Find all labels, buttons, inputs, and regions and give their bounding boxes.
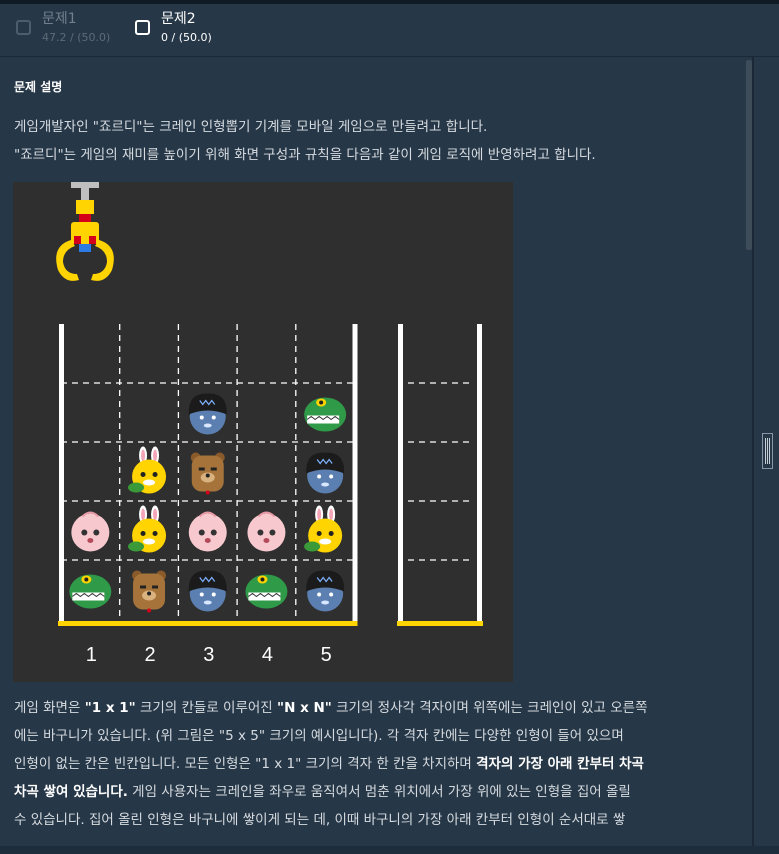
jordy-doll-icon [69, 574, 112, 609]
description-line: 수 있습니다. 집어 올린 인형은 바구니에 쌓이게 되는 데, 이때 바구니의… [14, 812, 626, 828]
grid-right-wall [352, 324, 358, 621]
tab-score: 47.2 / (50.0) [42, 31, 111, 44]
basket-left-wall [398, 324, 403, 621]
tab-problem-1[interactable]: 문제1 47.2 / (50.0) [16, 10, 110, 50]
grid-floor [58, 621, 358, 626]
column-number: 5 [321, 644, 332, 666]
description-line: 게임 화면은 "1 x 1" 크기의 칸들로 이루어진 "N x N" 크기의 … [14, 700, 648, 716]
description-line: 에는 바구니가 있습니다. (위 그림은 "5 x 5" 크기의 예시입니다).… [14, 728, 624, 744]
problem-description-panel: 문제 설명 게임개발자인 "죠르디"는 크레인 인형뽑기 기계를 모바일 게임으… [0, 57, 752, 854]
section-title: 문제 설명 [14, 80, 63, 94]
checkbox-icon[interactable] [135, 20, 150, 35]
description-line: 차곡 쌓여 있습니다. 게임 사용자는 크레인을 좌우로 움직여서 멈춘 위치에… [14, 784, 631, 800]
column-number: 4 [262, 644, 273, 666]
tab-score: 0 / (50.0) [161, 31, 212, 44]
neo-doll-icon [188, 393, 227, 435]
intro-line: "죠르디"는 게임의 재미를 높이기 위해 화면 구성과 규칙을 다음과 같이 … [14, 147, 596, 163]
jordy-doll-icon [304, 397, 347, 432]
frodo-doll-icon [190, 452, 225, 495]
crane-game-illustration: 1 2 3 4 5 [13, 182, 513, 682]
neo-doll-icon [306, 570, 345, 612]
grid-left-wall [59, 324, 64, 621]
neo-doll-icon [306, 452, 345, 494]
column-number: 3 [203, 644, 214, 666]
tab-title: 문제2 [161, 11, 196, 27]
jordy-doll-icon [245, 574, 288, 609]
frodo-doll-icon [132, 570, 167, 613]
bottom-border [0, 846, 779, 854]
panel-divider [752, 57, 754, 854]
column-number: 2 [144, 644, 155, 666]
tab-title: 문제1 [42, 11, 77, 27]
checkbox-icon[interactable] [16, 20, 31, 35]
intro-line: 게임개발자인 "죠르디"는 크레인 인형뽑기 기계를 모바일 게임으로 만들려고… [14, 119, 488, 135]
column-number: 1 [86, 644, 97, 666]
tab-problem-2[interactable]: 문제2 0 / (50.0) [135, 10, 212, 50]
basket-floor [397, 621, 483, 626]
basket-right-wall [477, 324, 482, 621]
problem-tab-bar: 문제1 47.2 / (50.0) 문제2 0 / (50.0) [0, 4, 779, 57]
resize-handle-icon[interactable] [762, 433, 773, 469]
neo-doll-icon [188, 570, 227, 612]
description-line: 인형이 없는 칸은 빈칸입니다. 모든 인형은 "1 x 1" 크기의 격자 한… [14, 756, 644, 772]
